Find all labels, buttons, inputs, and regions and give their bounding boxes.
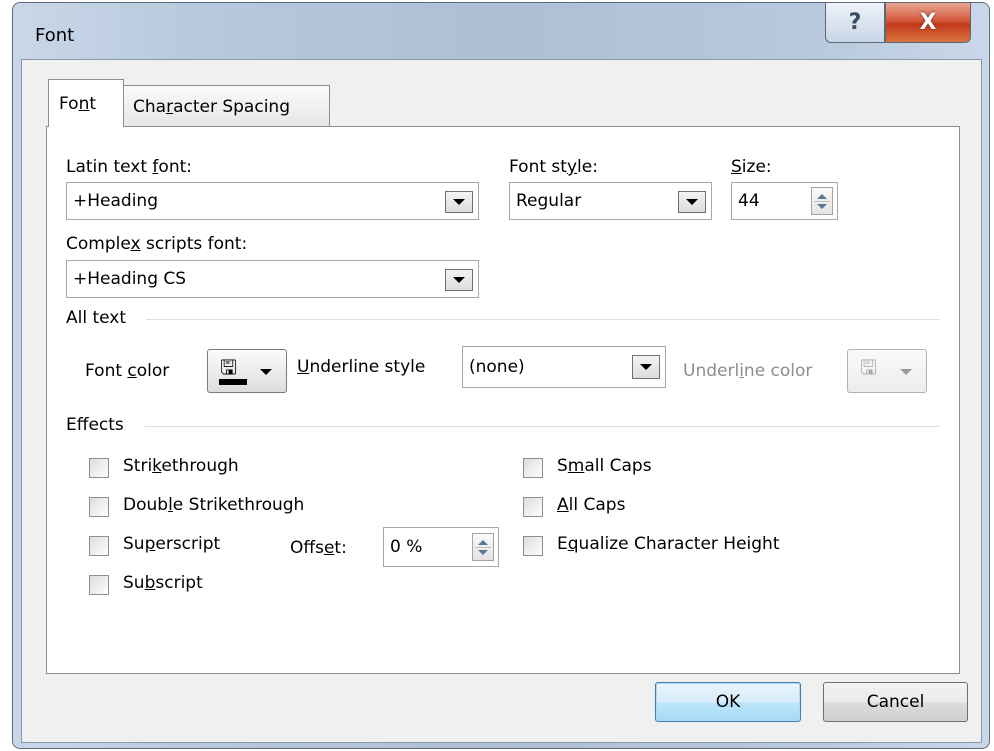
- subscript-checkbox[interactable]: [89, 575, 109, 595]
- strikethrough-checkbox[interactable]: [89, 458, 109, 478]
- all-text-heading: All text: [66, 308, 127, 328]
- close-button[interactable]: X: [885, 3, 971, 43]
- font-tab-page: Latin text font: +Heading Font style: Re…: [46, 126, 960, 674]
- equalize-height-label[interactable]: Equalize Character Height: [557, 534, 780, 554]
- complex-font-dropdown-button[interactable]: [445, 269, 473, 291]
- double-strikethrough-label[interactable]: Double Strikethrough: [123, 495, 304, 515]
- chevron-down-icon: [453, 199, 465, 205]
- font-style-dropdown-button[interactable]: [678, 191, 706, 213]
- font-color-swatch: [219, 379, 247, 385]
- paint-bucket-icon: 🖫: [860, 355, 878, 379]
- size-label: Size:: [731, 157, 772, 177]
- effects-divider: [145, 426, 939, 427]
- complex-font-value: +Heading CS: [73, 269, 187, 289]
- font-style-combo[interactable]: Regular: [509, 182, 712, 220]
- size-spinner[interactable]: 44: [731, 182, 838, 220]
- spin-down-icon[interactable]: [817, 204, 827, 209]
- all-caps-checkbox[interactable]: [523, 497, 543, 517]
- spin-up-icon[interactable]: [478, 540, 488, 545]
- strikethrough-label[interactable]: Strikethrough: [123, 456, 239, 476]
- underline-style-dropdown-button[interactable]: [632, 355, 660, 379]
- small-caps-checkbox[interactable]: [523, 458, 543, 478]
- ok-button[interactable]: OK: [655, 682, 801, 722]
- tab-character-spacing-label: Character Spacing: [133, 96, 290, 117]
- chevron-down-icon: [453, 277, 465, 283]
- font-color-button[interactable]: 🖫: [207, 349, 287, 393]
- spin-down-icon[interactable]: [478, 550, 488, 555]
- superscript-checkbox[interactable]: [89, 536, 109, 556]
- chevron-down-icon: [260, 369, 272, 375]
- complex-font-label: Complex scripts font:: [66, 234, 248, 254]
- chevron-down-icon: [686, 199, 698, 205]
- font-dialog-window: Font ? X Font Character Spacing Latin te…: [12, 2, 990, 749]
- offset-value: 0 %: [390, 537, 423, 557]
- help-button[interactable]: ?: [825, 3, 885, 43]
- dialog-client-area: Font Character Spacing Latin text font: …: [21, 59, 982, 743]
- chevron-down-icon: [640, 364, 652, 370]
- all-caps-label[interactable]: All Caps: [557, 495, 625, 515]
- equalize-height-checkbox[interactable]: [523, 536, 543, 556]
- tab-font[interactable]: Font: [48, 79, 124, 127]
- effects-heading: Effects: [66, 415, 124, 435]
- underline-style-value: (none): [469, 357, 525, 377]
- double-strikethrough-checkbox[interactable]: [89, 497, 109, 517]
- close-icon: X: [919, 10, 937, 35]
- underline-color-button[interactable]: 🖫: [847, 349, 927, 393]
- subscript-label[interactable]: Subscript: [123, 573, 203, 593]
- size-value: 44: [738, 191, 760, 211]
- font-color-label: Font color: [85, 361, 170, 381]
- font-style-label: Font style:: [509, 157, 598, 177]
- chevron-down-icon: [900, 369, 912, 375]
- size-spin-arrows[interactable]: [811, 187, 833, 215]
- latin-font-label: Latin text font:: [66, 157, 192, 177]
- offset-spinner[interactable]: 0 %: [383, 527, 499, 567]
- help-icon: ?: [848, 10, 862, 35]
- font-style-value: Regular: [516, 191, 582, 211]
- complex-font-combo[interactable]: +Heading CS: [66, 260, 479, 298]
- offset-label: Offset:: [290, 538, 347, 558]
- underline-style-combo[interactable]: (none): [462, 346, 666, 388]
- tab-character-spacing[interactable]: Character Spacing: [122, 85, 330, 127]
- latin-font-value: +Heading: [73, 191, 158, 211]
- cancel-button[interactable]: Cancel: [823, 682, 968, 722]
- tab-font-label: Font: [59, 93, 97, 114]
- spin-divider: [475, 547, 491, 548]
- paint-bucket-icon: 🖫: [220, 355, 238, 379]
- spin-divider: [814, 201, 830, 202]
- latin-font-dropdown-button[interactable]: [445, 191, 473, 213]
- spin-up-icon[interactable]: [817, 194, 827, 199]
- underline-color-label: Underline color: [683, 361, 813, 381]
- all-text-divider: [146, 319, 939, 320]
- title-bar[interactable]: Font ? X: [13, 3, 989, 61]
- latin-font-combo[interactable]: +Heading: [66, 182, 479, 220]
- offset-spin-arrows[interactable]: [472, 533, 494, 561]
- superscript-label[interactable]: Superscript: [123, 534, 220, 554]
- dialog-title: Font: [35, 25, 75, 46]
- underline-style-label: Underline style: [297, 357, 426, 377]
- small-caps-label[interactable]: Small Caps: [557, 456, 652, 476]
